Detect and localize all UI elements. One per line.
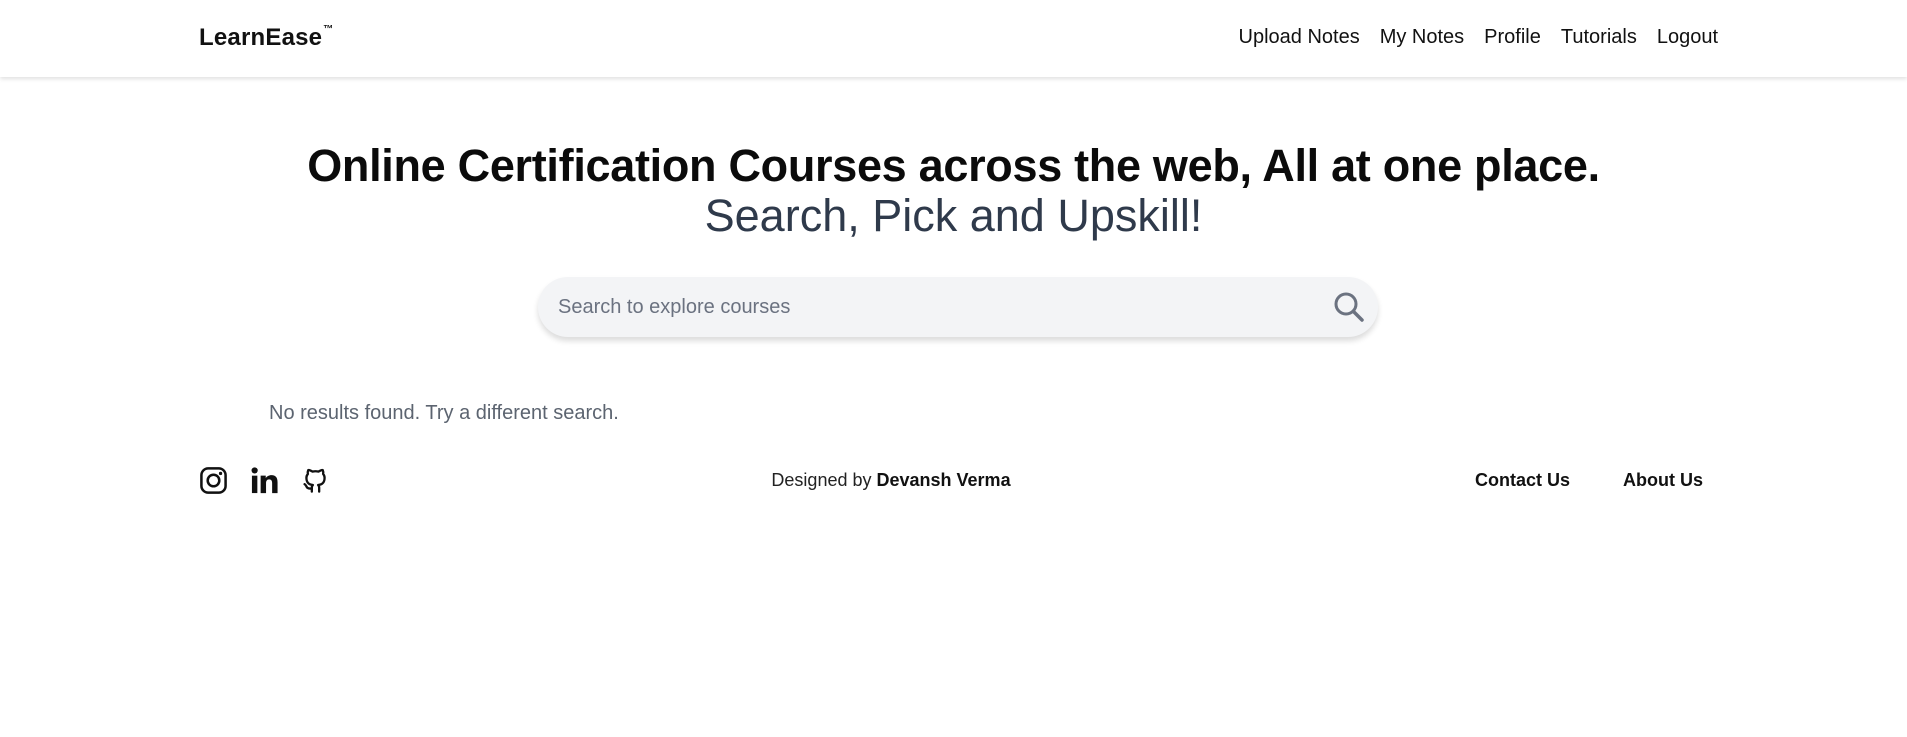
nav-tutorials[interactable]: Tutorials [1561,26,1637,49]
search-button[interactable] [1332,290,1366,324]
designer-name: Devansh Verma [876,470,1011,490]
brand-name: LearnEase [199,24,323,51]
search-input[interactable] [558,277,1298,337]
designed-by-prefix: Designed by [771,470,877,490]
search-icon [1334,292,1364,322]
top-navbar: LearnEase™ Upload Notes My Notes Profile… [0,0,1907,77]
trademark-symbol: ™ [323,24,334,35]
nav-upload-notes[interactable]: Upload Notes [1239,26,1360,49]
no-results-message: No results found. Try a different search… [269,402,619,424]
nav-logout[interactable]: Logout [1657,26,1718,49]
search-bar [538,277,1378,337]
nav-my-notes[interactable]: My Notes [1380,26,1464,49]
nav-links: Upload Notes My Notes Profile Tutorials … [1239,26,1718,49]
hero-subtitle: Search, Pick and Upskill! [704,190,1203,241]
about-us-link[interactable]: About Us [1623,470,1703,491]
hero-title: Online Certification Courses across the … [307,140,1600,191]
brand-logo[interactable]: LearnEase™ [199,24,333,52]
contact-us-link[interactable]: Contact Us [1475,470,1570,491]
nav-profile[interactable]: Profile [1484,26,1541,49]
